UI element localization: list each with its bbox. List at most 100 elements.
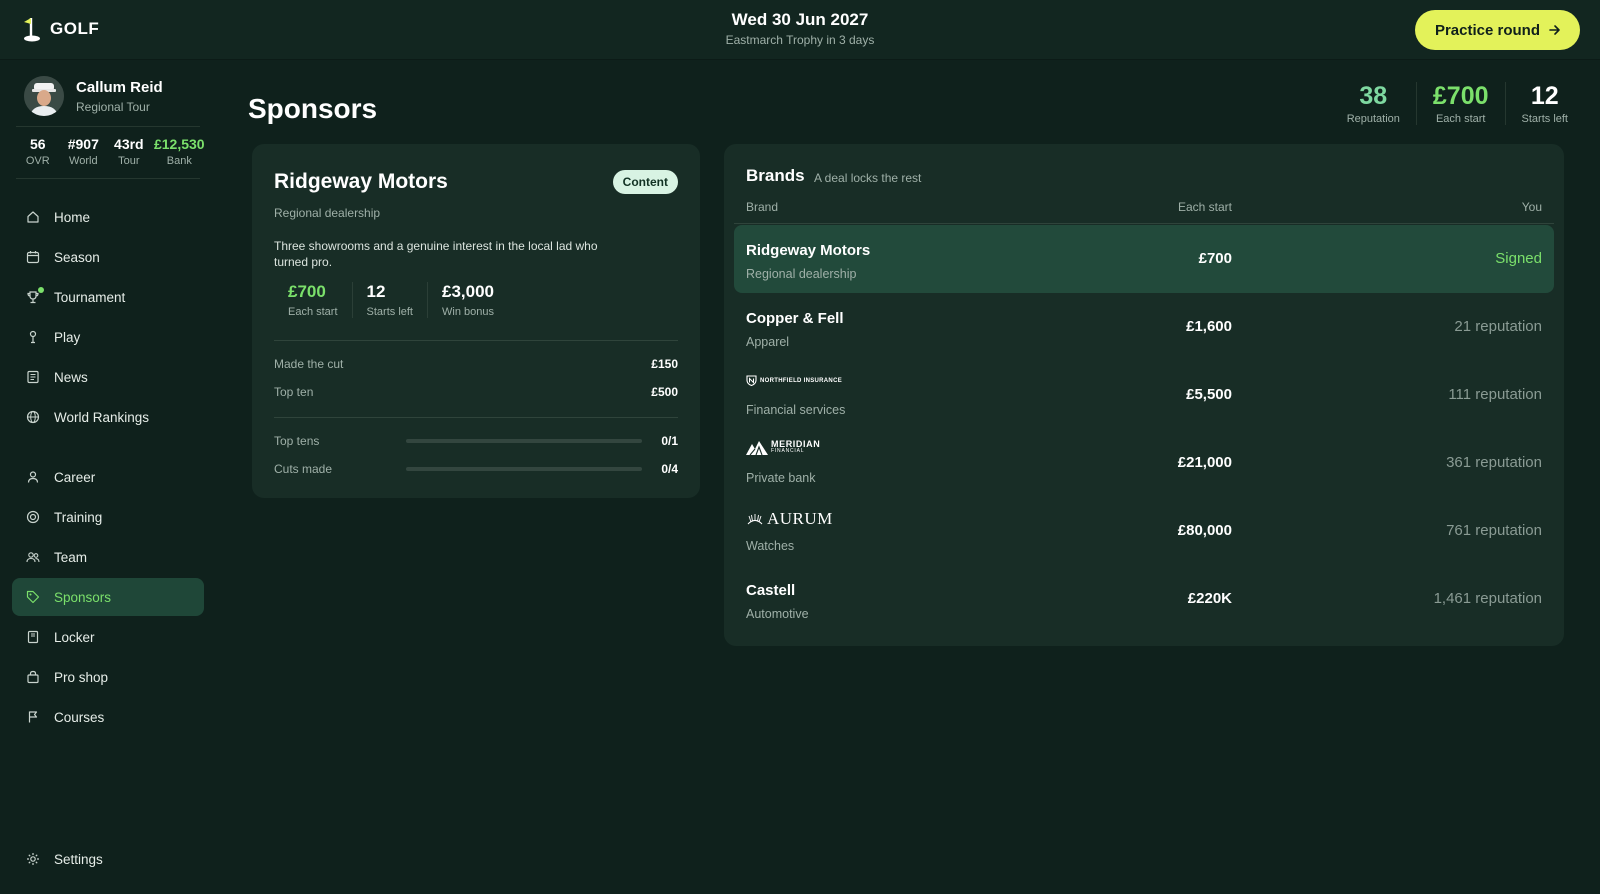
header-stat-label: Each start [1435,113,1486,125]
app-logo[interactable]: GOLF [22,16,99,42]
sidebar-item-play[interactable]: Play [12,318,204,356]
profile-divider [16,126,200,127]
brands-title: Brands [746,166,805,185]
progress-row-cuts-made: Cuts made 0/4 [274,462,678,476]
sidebar-item-training[interactable]: Training [12,498,204,536]
sidebar-item-label: World Rankings [54,409,150,425]
sidebar-item-tournament[interactable]: Tournament [12,278,204,316]
sidebar-item-label: Pro shop [54,669,109,685]
stat-value: 43rd [114,136,144,152]
next-event: Eastmarch Trophy in 3 days [725,33,875,47]
stat-bank: £12,530 Bank [151,136,208,167]
aurum-logo-text: AURUM [767,509,833,528]
player-name: Callum Reid [76,78,163,96]
sponsor-stat-starts-left: 12 Starts left [351,282,427,318]
stat-label: Tour [118,155,140,167]
brand-row-castell[interactable]: Castell Automotive £220K 1,461 reputatio… [734,565,1554,633]
brand-row-meridian-financial[interactable]: MERIDIAN FINANCIAL Private bank £21,000 … [734,429,1554,497]
sidebar-item-label: News [54,369,88,385]
stat-label: World [69,155,98,167]
brand-requirement: 1,461 reputation [1433,590,1542,607]
progress-value: 0/1 [661,434,678,448]
stat-value: £12,530 [153,136,205,152]
stat-tour: 43rd Tour [107,136,151,167]
brand-requirement: 361 reputation [1446,454,1542,471]
bonus-value: £150 [651,357,678,371]
sponsor-stat-label: Win bonus [442,306,494,318]
sidebar-item-world-rankings[interactable]: World Rankings [12,398,204,436]
brand-row-ridgeway-motors[interactable]: Ridgeway Motors Regional dealership £700… [734,225,1554,293]
brand-each-start: £1,600 [1186,318,1232,335]
settings-nav: Settings [12,840,204,880]
header-stat-reputation: 38 Reputation [1331,82,1416,125]
sidebar-item-label: Settings [54,851,103,867]
brand-name: Copper & Fell [746,310,844,327]
progress-value: 0/4 [661,462,678,476]
brand-row-northfield-insurance[interactable]: NORTHFIELD INSURANCE Financial services … [734,361,1554,429]
calendar-icon [26,251,40,264]
header-stat-starts-left: 12 Starts left [1504,82,1568,125]
brand-category: Financial services [746,403,846,417]
player-profile[interactable]: Callum Reid Regional Tour [24,76,163,116]
sponsor-stat-label: Each start [288,306,338,318]
sidebar-item-pro-shop[interactable]: Pro shop [12,658,204,696]
current-sponsor-card: Ridgeway Motors Content Regional dealers… [252,144,700,498]
progress-bar [406,467,642,471]
stat-label: Bank [166,155,192,167]
sidebar-item-label: Courses [54,709,105,725]
globe-icon [26,410,40,424]
brand-category: Automotive [746,607,809,621]
date-block: Wed 30 Jun 2027 Eastmarch Trophy in 3 da… [600,10,1000,47]
brand-requirement: 21 reputation [1454,318,1542,335]
bonus-label: Made the cut [274,357,344,371]
column-header-you: You [1521,200,1542,214]
stats-divider [16,178,200,179]
sponsor-stat-win-bonus: £3,000 Win bonus [427,282,508,318]
sidebar-item-season[interactable]: Season [12,238,204,276]
sidebar-item-sponsors[interactable]: Sponsors [12,578,204,616]
northfield-logo: NORTHFIELD INSURANCE [746,375,842,386]
stat-ovr: 56 OVR [16,136,60,167]
sidebar-item-courses[interactable]: Courses [12,698,204,736]
brand-category: Watches [746,539,795,553]
brand-requirement: 761 reputation [1446,522,1542,539]
home-icon [27,211,39,223]
sidebar-item-team[interactable]: Team [12,538,204,576]
shopping-bag-icon [27,670,39,684]
sidebar-item-label: Play [54,329,81,345]
locker-icon [27,630,39,644]
stat-label: OVR [25,155,50,167]
brand-row-aurum[interactable]: AURUM Watches £80,000 761 reputation [734,497,1554,565]
brand-each-start: £5,500 [1186,386,1232,403]
meridian-logo-text: MERIDIAN [771,439,821,449]
page-title: Sponsors [248,93,378,124]
sponsor-description: Three showrooms and a genuine interest i… [274,239,598,269]
sponsor-category: Regional dealership [274,206,381,220]
column-header-brand: Brand [746,200,779,214]
sponsor-stat-each-start: £700 Each start [274,282,352,318]
brand-each-start: £700 [1198,250,1232,267]
secondary-nav: Career Training Team Sponsors Locker Pro… [12,458,204,738]
meridian-logo: MERIDIAN FINANCIAL [746,439,821,455]
practice-round-button[interactable]: Practice round [1414,10,1580,50]
brand-row-copper-fell[interactable]: Copper & Fell Apparel £1,600 21 reputati… [734,293,1554,361]
main-nav: Home Season Tournament Play News World R… [12,198,204,438]
northfield-shield-icon [746,375,757,386]
aurum-sunburst-icon [747,514,763,525]
sponsor-stat-label: Starts left [366,306,413,318]
sidebar-item-locker[interactable]: Locker [12,618,204,656]
progress-label: Top tens [274,434,320,448]
target-icon [26,510,40,524]
northfield-logo-text: NORTHFIELD INSURANCE [760,377,842,384]
sidebar-item-label: Career [54,469,96,485]
sidebar-item-settings[interactable]: Settings [12,840,204,878]
sidebar-item-home[interactable]: Home [12,198,204,236]
bonus-row: Top ten £500 [274,385,678,399]
gear-icon [27,853,39,865]
bonus-value: £500 [651,385,678,399]
sidebar-item-label: Sponsors [54,589,112,605]
sidebar-item-news[interactable]: News [12,358,204,396]
brand-each-start: £80,000 [1177,522,1232,539]
sidebar-item-career[interactable]: Career [12,458,204,496]
sponsor-stat-value: £3,000 [442,282,494,301]
